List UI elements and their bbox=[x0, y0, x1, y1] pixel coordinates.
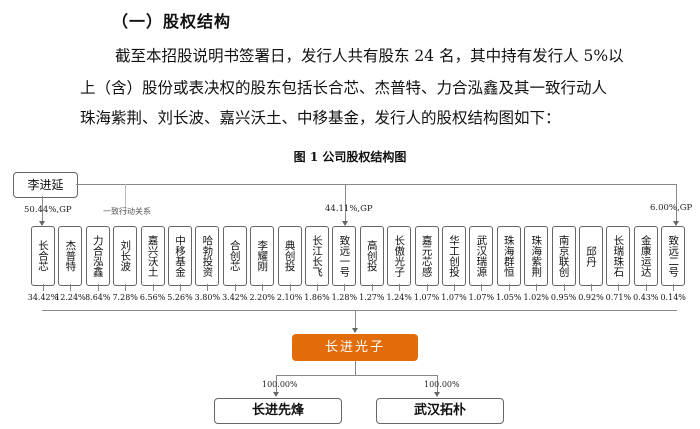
shareholder-name: 典创投 bbox=[283, 240, 296, 272]
shareholder-tick bbox=[317, 284, 318, 291]
sub2-arrow bbox=[434, 392, 440, 397]
shareholder-box: 哈勃投资 bbox=[195, 226, 220, 286]
figure-title: 图 1 公司股权结构图 bbox=[293, 150, 407, 164]
shareholder-name: 珠海群恒 bbox=[502, 235, 515, 277]
controller-box: 李进延 bbox=[13, 172, 78, 198]
shareholder-name: 合创芯 bbox=[228, 240, 241, 272]
shareholder-box: 典创投 bbox=[277, 226, 302, 286]
subsidiary-box-1: 长进先烽 bbox=[214, 398, 342, 424]
shareholder-box: 李耀刚 bbox=[250, 226, 275, 286]
shareholder-name: 金康运达 bbox=[639, 235, 652, 277]
gp2-label: 44.11%,GP bbox=[325, 204, 373, 214]
shareholder-name: 李耀刚 bbox=[256, 240, 269, 272]
shareholder-pct: 0.14% bbox=[660, 293, 686, 302]
shareholder-name: 嘉元芯感 bbox=[420, 235, 433, 277]
shareholder-name: 致远一号 bbox=[338, 235, 351, 277]
shareholder-name: 长瑞珠石 bbox=[612, 235, 625, 277]
shareholder-tick bbox=[673, 284, 675, 291]
shareholder-tick bbox=[152, 284, 154, 291]
shareholder-tick bbox=[426, 284, 428, 291]
shareholder-tick bbox=[508, 284, 510, 291]
section-heading: （一）股权结构 bbox=[112, 12, 232, 31]
shareholder-name: 杰普特 bbox=[64, 240, 77, 272]
shareholder-box: 长傲光子 bbox=[387, 226, 412, 286]
shareholder-name: 中移基金 bbox=[174, 235, 186, 277]
shareholder-tick bbox=[234, 284, 236, 291]
shareholder-name: 珠海紫荆 bbox=[530, 235, 543, 277]
shareholder-box: 珠海群恒 bbox=[496, 226, 521, 286]
shareholder-name: 刘长波 bbox=[119, 240, 132, 272]
shareholder-tick bbox=[454, 284, 455, 291]
shareholder-tick bbox=[70, 284, 72, 291]
shareholder-name: 哈勃投资 bbox=[201, 235, 214, 277]
shareholder-box: 合创芯 bbox=[222, 226, 247, 286]
sub2-pct: 100.00% bbox=[424, 380, 460, 389]
shareholder-box: 南京联创 bbox=[551, 226, 576, 286]
shareholder-tick bbox=[97, 284, 99, 291]
shareholder-box: 力合泓鑫 bbox=[85, 226, 110, 286]
shareholder-tick bbox=[180, 284, 181, 291]
company-connector bbox=[355, 310, 356, 329]
paragraph-line-2: 上（含）股份或表决权的股东包括长合芯、杰普特、力合泓鑫及其一致行动人 bbox=[80, 79, 608, 97]
shareholder-name: 力合泓鑫 bbox=[91, 235, 104, 277]
shareholder-box: 长瑞珠石 bbox=[606, 226, 631, 286]
subsidiary-box-2: 武汉拓朴 bbox=[376, 398, 504, 424]
shareholder-box: 高创投 bbox=[359, 226, 384, 286]
shareholder-box: 致远一号 bbox=[332, 226, 357, 286]
shareholder-name: 长江长飞 bbox=[311, 235, 323, 277]
shareholder-tick bbox=[481, 284, 483, 291]
shareholder-bus-line bbox=[42, 310, 677, 311]
shareholder-box: 刘长波 bbox=[113, 226, 138, 286]
shareholder-box: 杰普特 bbox=[58, 226, 83, 286]
shareholder-tick bbox=[618, 284, 620, 291]
shareholder-tick bbox=[207, 284, 209, 291]
shareholder-box: 长江长飞 bbox=[305, 226, 329, 286]
shareholder-box: 嘉兴沃土 bbox=[140, 226, 165, 286]
shareholder-box: 华工创投 bbox=[442, 226, 466, 286]
shareholder-name: 致远二号 bbox=[667, 235, 680, 277]
controller-line bbox=[76, 184, 677, 185]
shareholder-name: 长合芯 bbox=[37, 240, 49, 272]
shareholder-box: 邱丹 bbox=[579, 226, 603, 286]
shareholder-tick bbox=[563, 284, 565, 291]
shareholder-box: 武汉瑞源 bbox=[469, 226, 494, 286]
shareholder-box: 嘉元芯感 bbox=[414, 226, 439, 286]
shareholder-tick bbox=[262, 284, 264, 291]
shareholder-name: 邱丹 bbox=[585, 245, 597, 267]
shareholder-box: 珠海紫荆 bbox=[524, 226, 549, 286]
gp3-label: 6.00%,GP bbox=[650, 203, 693, 213]
shareholder-tick bbox=[645, 284, 647, 291]
shareholder-name: 长傲光子 bbox=[393, 235, 406, 277]
shareholder-tick bbox=[43, 284, 44, 291]
paragraph-line-3: 珠海紫荆、刘长波、嘉兴沃土、中移基金，发行人的股权结构图如下： bbox=[80, 109, 561, 127]
shareholder-name: 嘉兴沃土 bbox=[146, 235, 159, 277]
company-down-line bbox=[355, 361, 356, 375]
paragraph-line-1: 截至本招股说明书签署日，发行人共有股东 24 名，其中持有发行人 5%以 bbox=[115, 47, 624, 65]
company-box: 长进光子 bbox=[292, 334, 418, 361]
shareholder-name: 高创投 bbox=[365, 240, 378, 272]
shareholder-tick bbox=[289, 284, 291, 291]
shareholder-box: 致远二号 bbox=[661, 226, 686, 286]
shareholder-tick bbox=[125, 284, 127, 291]
shareholder-box: 中移基金 bbox=[168, 226, 192, 286]
shareholder-box: 金康运达 bbox=[633, 226, 658, 286]
shareholder-box: 长合芯 bbox=[31, 226, 55, 286]
concert-label: 一致行动关系 bbox=[103, 207, 151, 216]
shareholder-name: 武汉瑞源 bbox=[475, 235, 488, 277]
shareholder-name: 华工创投 bbox=[448, 235, 460, 277]
shareholder-tick bbox=[591, 284, 592, 291]
sub1-arrow bbox=[273, 392, 279, 397]
shareholder-tick bbox=[344, 284, 346, 291]
sub1-pct: 100.00% bbox=[262, 380, 298, 389]
shareholder-name: 南京联创 bbox=[557, 235, 570, 277]
shareholder-tick bbox=[371, 284, 373, 291]
shareholder-tick bbox=[399, 284, 401, 291]
shareholder-tick bbox=[536, 284, 538, 291]
subsidiary-bus-line bbox=[276, 375, 438, 376]
gp1-label: 50.44%,GP bbox=[24, 205, 72, 215]
company-arrow bbox=[352, 328, 358, 333]
